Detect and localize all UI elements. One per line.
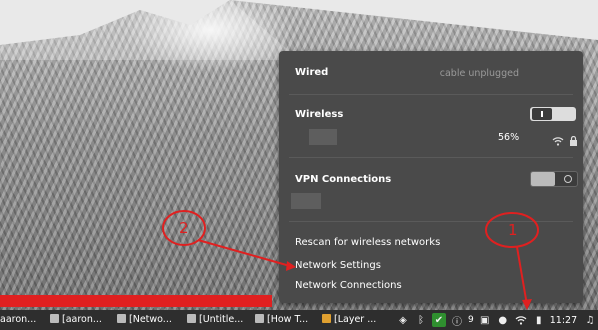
task-1[interactable]: aaron...: [0, 310, 36, 330]
network-popup: Wired cable unplugged Wireless 56% VPN C…: [279, 51, 583, 303]
system-tray: ◈ ᛒ ✔ ⓘ 9 ▣ ● ▮ 11:27 ♫: [396, 310, 598, 330]
vpn-toggle[interactable]: [530, 171, 578, 187]
task-2[interactable]: [aaron...: [50, 310, 102, 330]
task-label: [How T...: [267, 314, 309, 325]
clock[interactable]: 11:27: [550, 315, 577, 326]
task-5[interactable]: [How T...: [255, 310, 308, 330]
wired-title: Wired: [295, 67, 329, 78]
task-4[interactable]: [Untitle...: [187, 310, 243, 330]
bluetooth-icon[interactable]: ᛒ: [414, 313, 428, 327]
taskbar: aaron... [aaron... [Netwo... [Untitle...…: [0, 310, 598, 330]
rescan-menu-item[interactable]: Rescan for wireless networks: [295, 237, 440, 248]
wifi-icon: [552, 131, 564, 146]
task-label: [Untitle...: [199, 314, 244, 325]
shield-icon[interactable]: ◈: [396, 313, 410, 327]
network-name-blurred: [309, 129, 337, 145]
lock-icon: [569, 131, 578, 146]
separator: [289, 221, 573, 222]
separator: [289, 157, 573, 158]
vpn-name-blurred: [291, 193, 321, 209]
gimp-icon: [322, 314, 331, 323]
task-6[interactable]: [Layer ...: [322, 310, 376, 330]
task-label: aaron...: [0, 314, 37, 325]
wireless-title: Wireless: [295, 109, 344, 120]
window-icon: [50, 314, 59, 323]
task-label: [Netwo...: [129, 314, 172, 325]
wifi-icon[interactable]: [514, 313, 528, 327]
checkmark-icon[interactable]: ✔: [432, 313, 446, 327]
network-connections-menu-item[interactable]: Network Connections: [295, 280, 402, 291]
task-label: [Layer ...: [334, 314, 377, 325]
battery-icon[interactable]: ▮: [532, 313, 546, 327]
window-icon: [255, 314, 264, 323]
window-icon: [117, 314, 126, 323]
wired-status: cable unplugged: [439, 68, 519, 79]
info-icon[interactable]: ⓘ: [450, 313, 464, 328]
dropbox-icon[interactable]: ▣: [478, 313, 492, 327]
wireless-toggle[interactable]: [530, 107, 576, 121]
window-icon: [187, 314, 196, 323]
task-label: [aaron...: [62, 314, 102, 325]
red-highlight-bar: [0, 295, 272, 307]
separator: [289, 94, 573, 95]
task-3[interactable]: [Netwo...: [117, 310, 172, 330]
network-settings-menu-item[interactable]: Network Settings: [295, 260, 381, 271]
vpn-title: VPN Connections: [295, 174, 392, 185]
music-icon[interactable]: ♫: [583, 313, 597, 327]
tray-count: 9: [468, 315, 474, 325]
user-icon[interactable]: ●: [496, 313, 510, 327]
